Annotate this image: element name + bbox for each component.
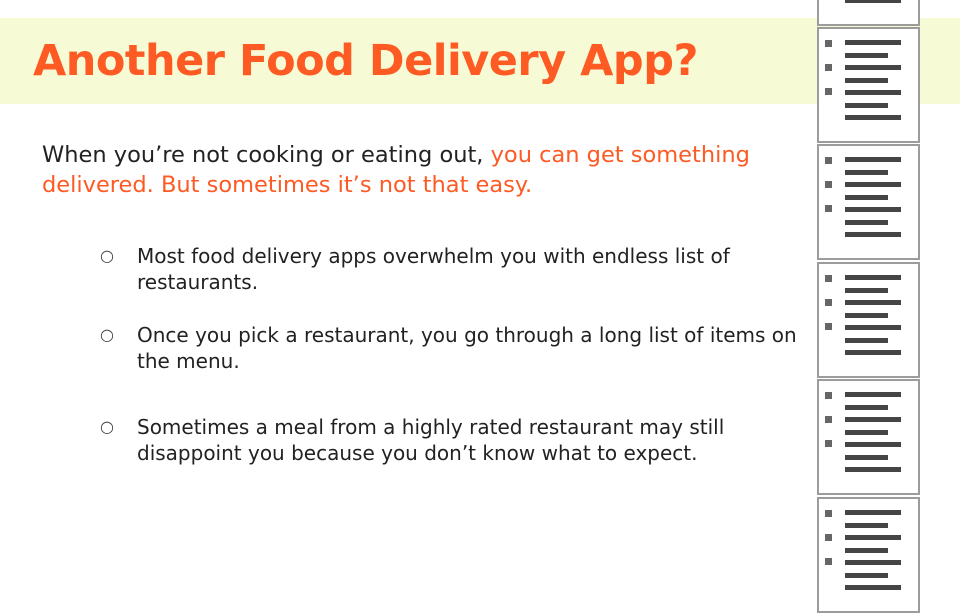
- page-text-line: [845, 467, 901, 472]
- intro-paragraph: When you’re not cooking or eating out, y…: [42, 140, 802, 200]
- page-text-line: [845, 182, 901, 187]
- bullet-text: Once you pick a restaurant, you go throu…: [137, 323, 797, 373]
- page-bullet-dot: [825, 40, 832, 47]
- page-bullet-dot: [825, 440, 832, 447]
- page-bullet-dot: [825, 64, 832, 71]
- page-text-line: [845, 392, 901, 397]
- hollow-circle-bullet-icon: ○: [100, 417, 114, 436]
- page-text-line: [845, 312, 888, 318]
- bullet-text: Most food delivery apps overwhelm you wi…: [137, 244, 730, 294]
- page-text-line: [845, 207, 901, 212]
- page-bullet-dot: [825, 299, 832, 306]
- page-text-line: [845, 417, 901, 422]
- page-bullet-dot: [825, 88, 832, 95]
- page-bullet-dot: [825, 157, 832, 164]
- page-bullet-dot: [825, 205, 832, 212]
- slide-title: Another Food Delivery App?: [33, 36, 698, 86]
- page-text-line: [845, 0, 901, 3]
- document-page-icon: [817, 497, 920, 613]
- page-text-line: [845, 194, 888, 200]
- page-text-line: [845, 560, 901, 565]
- page-text-line: [845, 522, 888, 528]
- page-text-line: [845, 454, 888, 460]
- page-bullet-dot: [825, 323, 832, 330]
- page-text-line: [845, 350, 901, 355]
- intro-plain-text: When you’re not cooking or eating out,: [42, 142, 491, 168]
- page-text-line: [845, 275, 901, 280]
- page-text-line: [845, 102, 888, 108]
- page-text-line: [845, 90, 901, 95]
- page-text-line: [845, 429, 888, 435]
- page-bullet-dot: [825, 558, 832, 565]
- page-bullet-dot: [825, 181, 832, 188]
- hollow-circle-bullet-icon: ○: [100, 246, 114, 265]
- document-page-icon: [817, 262, 920, 378]
- page-bullet-dot: [825, 416, 832, 423]
- page-text-line: [845, 115, 901, 120]
- page-text-line: [845, 337, 888, 343]
- document-page-icon: [817, 144, 920, 260]
- page-text-line: [845, 510, 901, 515]
- page-text-line: [845, 40, 901, 45]
- document-page-icon: [817, 379, 920, 495]
- page-text-line: [845, 404, 888, 410]
- page-text-line: [845, 232, 901, 237]
- decorative-document-strip: [817, 0, 920, 613]
- page-text-line: [845, 65, 901, 70]
- page-text-line: [845, 157, 901, 162]
- page-text-line: [845, 287, 888, 293]
- page-text-line: [845, 219, 888, 225]
- page-text-line: [845, 585, 901, 590]
- page-bullet-dot: [825, 510, 832, 517]
- page-text-line: [845, 442, 901, 447]
- bullet-text: Sometimes a meal from a highly rated res…: [137, 415, 725, 465]
- page-text-line: [845, 572, 888, 578]
- page-bullet-dot: [825, 275, 832, 282]
- hollow-circle-bullet-icon: ○: [100, 325, 114, 344]
- page-text-line: [845, 169, 888, 175]
- document-page-icon: [817, 27, 920, 143]
- page-text-line: [845, 52, 888, 58]
- page-text-line: [845, 77, 888, 83]
- page-text-line: [845, 300, 901, 305]
- page-bullet-dot: [825, 392, 832, 399]
- page-text-line: [845, 535, 901, 540]
- page-text-line: [845, 325, 901, 330]
- page-text-line: [845, 547, 888, 553]
- document-page-icon: [817, 0, 920, 26]
